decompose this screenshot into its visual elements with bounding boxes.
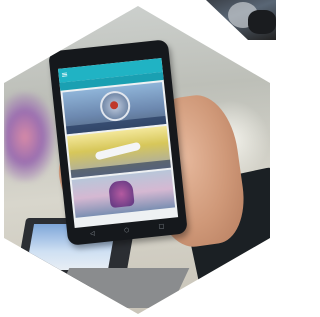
home-icon: ○ <box>123 225 130 234</box>
hexagon-photo: ≡ ◁ ○ □ <box>4 6 270 314</box>
phone-screen: ≡ <box>57 58 179 228</box>
back-icon: ◁ <box>89 229 96 237</box>
laptop-keyboard <box>50 268 190 308</box>
recents-icon: □ <box>158 222 165 230</box>
smartphone: ≡ ◁ ○ □ <box>48 39 188 246</box>
figure-image <box>108 179 135 209</box>
thumbnail-shadow <box>248 10 276 34</box>
content-card <box>71 169 176 218</box>
corner-photo-thumbnail <box>206 0 276 40</box>
hamburger-icon: ≡ <box>60 69 69 80</box>
airplane-image <box>94 141 142 161</box>
background-light-left <box>4 92 56 182</box>
